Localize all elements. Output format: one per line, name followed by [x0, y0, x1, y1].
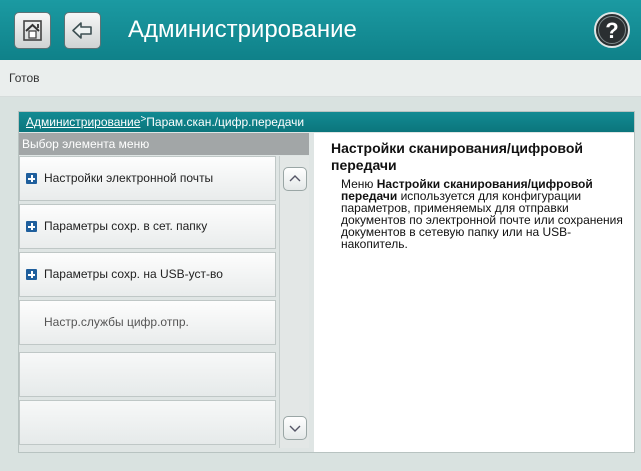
help-detail-pane: Настройки сканирования/цифровой передачи… — [314, 133, 634, 452]
menu-item-empty — [19, 400, 276, 445]
back-icon — [72, 22, 92, 39]
home-button[interactable] — [14, 12, 51, 49]
help-button[interactable]: ? — [592, 10, 632, 50]
menu-item-label: Настр.службы цифр.отпр. — [44, 315, 189, 329]
menu-item-label: Параметры сохр. на USB-уст-во — [44, 267, 223, 281]
page-title: Администрирование — [128, 16, 357, 43]
chevron-down-icon — [289, 425, 301, 432]
menu-item-empty — [19, 352, 276, 397]
plus-icon — [26, 221, 37, 232]
plus-icon — [26, 173, 37, 184]
menu-item-digital-send-service[interactable]: Настр.службы цифр.отпр. — [19, 300, 276, 345]
detail-title: Настройки сканирования/цифровой передачи — [331, 140, 583, 173]
plus-icon — [26, 269, 37, 280]
scroll-up-button[interactable] — [283, 167, 307, 191]
chevron-up-icon — [289, 175, 301, 182]
status-bar: Готов — [0, 60, 641, 97]
menu-scrollbar[interactable] — [279, 156, 309, 448]
menu-header: Выбор элемента меню — [19, 133, 309, 155]
menu-item-label: Настройки электронной почты — [44, 171, 214, 185]
breadcrumb: Администрирование>Парам.скан./цифр.перед… — [19, 112, 634, 132]
detail-body: Меню Настройки сканирования/цифровой пер… — [341, 178, 626, 250]
content-area: Администрирование>Парам.скан./цифр.перед… — [0, 97, 641, 471]
menu-item-network-folder[interactable]: Параметры сохр. в сет. папку — [19, 204, 276, 249]
menu-item-usb-storage[interactable]: Параметры сохр. на USB-уст-во — [19, 252, 276, 297]
menu-item-label: Параметры сохр. в сет. папку — [44, 219, 208, 233]
home-icon — [23, 20, 42, 41]
svg-text:?: ? — [605, 18, 618, 43]
back-button[interactable] — [64, 12, 101, 49]
main-panel: Администрирование>Парам.скан./цифр.перед… — [18, 111, 635, 453]
status-text: Готов — [9, 71, 40, 85]
scroll-down-button[interactable] — [283, 416, 307, 440]
breadcrumb-current: Парам.скан./цифр.передачи — [146, 115, 305, 129]
breadcrumb-separator: > — [140, 114, 147, 125]
help-icon: ? — [594, 12, 630, 48]
breadcrumb-link-admin[interactable]: Администрирование — [26, 115, 140, 129]
top-bar: Администрирование ? — [0, 0, 641, 60]
menu-item-email-settings[interactable]: Настройки электронной почты — [19, 156, 276, 201]
